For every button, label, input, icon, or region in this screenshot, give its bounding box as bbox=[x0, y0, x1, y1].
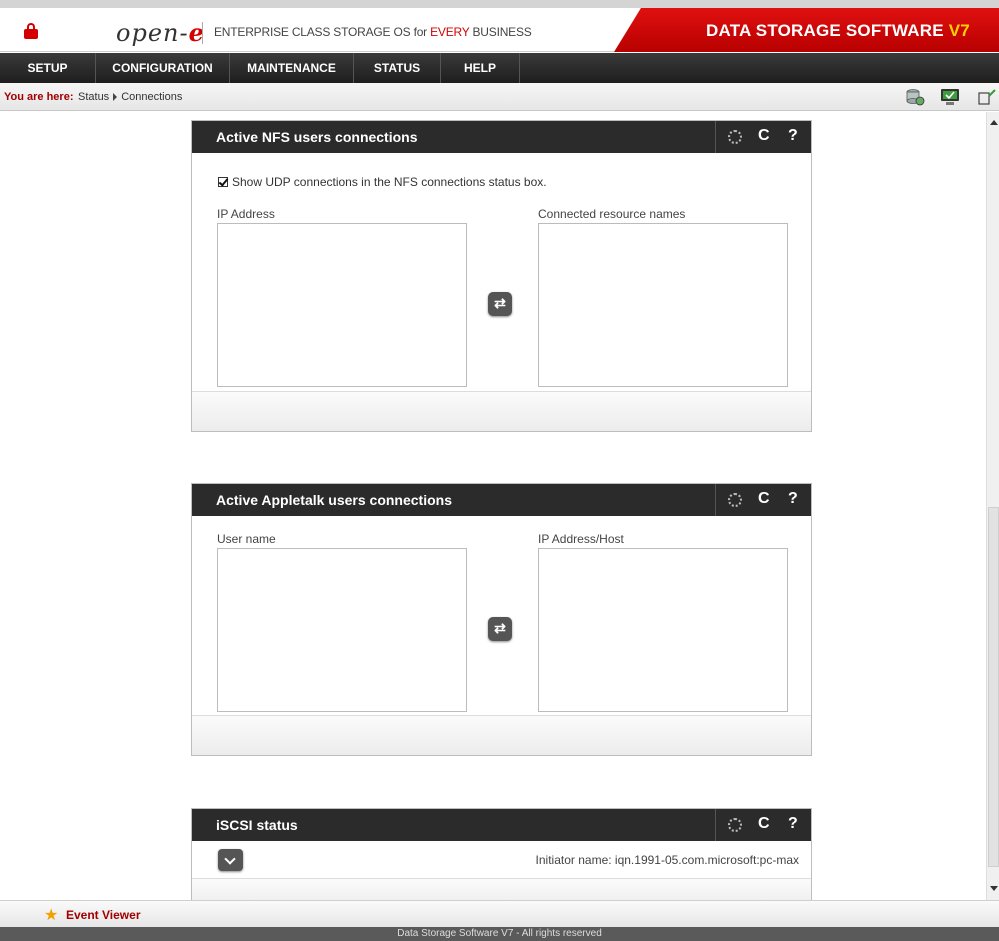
loading-spinner-icon bbox=[728, 493, 742, 507]
iscsi-panel-title: iSCSI status bbox=[216, 817, 298, 833]
scroll-down-icon[interactable] bbox=[989, 884, 998, 894]
nav-maintenance[interactable]: MAINTENANCE bbox=[230, 53, 354, 83]
browser-top-strip bbox=[0, 0, 999, 8]
connected-resources-label: Connected resource names bbox=[538, 207, 686, 221]
nfs-connections-panel: Active NFS users connections C ? Show UD… bbox=[191, 120, 812, 432]
connected-resources-list[interactable] bbox=[538, 223, 788, 387]
appletalk-panel-title: Active Appletalk users connections bbox=[216, 492, 452, 508]
open-e-logo: open-e bbox=[116, 18, 205, 47]
breadcrumb-label: You are here: bbox=[4, 91, 74, 103]
scrollbar-thumb[interactable] bbox=[988, 507, 999, 867]
nfs-panel-footer bbox=[192, 391, 811, 431]
appletalk-connections-panel: Active Appletalk users connections C ? U… bbox=[191, 483, 812, 756]
monitor-check-icon[interactable] bbox=[940, 88, 960, 106]
initiator-name: Initiator name: iqn.1991-05.com.microsof… bbox=[535, 853, 799, 867]
help-icon[interactable]: ? bbox=[788, 127, 798, 145]
ip-address-label: IP Address bbox=[217, 207, 275, 221]
vertical-scrollbar[interactable] bbox=[986, 112, 999, 900]
help-icon[interactable]: ? bbox=[788, 490, 798, 508]
nav-configuration[interactable]: CONFIGURATION bbox=[96, 53, 230, 83]
logout-icon[interactable] bbox=[976, 88, 996, 106]
nav-help[interactable]: HELP bbox=[441, 53, 520, 83]
breadcrumb: Status Connections bbox=[78, 91, 182, 103]
main-content: Active NFS users connections C ? Show UD… bbox=[0, 112, 986, 900]
refresh-icon[interactable]: C bbox=[758, 815, 770, 833]
swap-button[interactable]: ⇄ bbox=[488, 617, 512, 641]
nfs-panel-header: Active NFS users connections C ? bbox=[192, 121, 811, 153]
iscsi-initiator-row: Initiator name: iqn.1991-05.com.microsof… bbox=[192, 841, 811, 879]
lock-icon[interactable] bbox=[24, 23, 38, 39]
logo-divider bbox=[202, 22, 203, 44]
user-name-label: User name bbox=[217, 532, 276, 546]
main-nav: SETUP CONFIGURATION MAINTENANCE STATUS H… bbox=[0, 53, 999, 83]
star-icon: ★ bbox=[44, 907, 59, 924]
refresh-icon[interactable]: C bbox=[758, 127, 770, 145]
breadcrumb-arrow-icon bbox=[113, 93, 118, 102]
brand-title: DATA STORAGE SOFTWARE V7 bbox=[706, 21, 970, 40]
iscsi-status-panel: iSCSI status C ? Initiator name: iqn.199… bbox=[191, 808, 812, 900]
iscsi-panel-header: iSCSI status C ? bbox=[192, 809, 811, 841]
ip-host-label: IP Address/Host bbox=[538, 532, 624, 546]
nav-status[interactable]: STATUS bbox=[354, 53, 441, 83]
event-viewer-bar: ★ Event Viewer bbox=[0, 900, 999, 927]
nav-setup[interactable]: SETUP bbox=[0, 53, 96, 83]
nfs-panel-title: Active NFS users connections bbox=[216, 129, 418, 145]
user-name-list[interactable] bbox=[217, 548, 467, 712]
iscsi-panel-footer bbox=[192, 879, 811, 900]
udp-checkbox-row[interactable]: Show UDP connections in the NFS connecti… bbox=[218, 175, 547, 189]
appletalk-panel-footer bbox=[192, 715, 811, 755]
ip-host-list[interactable] bbox=[538, 548, 788, 712]
scroll-up-icon[interactable] bbox=[989, 118, 998, 128]
copyright: Data Storage Software V7 - All rights re… bbox=[0, 927, 999, 941]
breadcrumb-bar: You are here: Status Connections bbox=[0, 83, 999, 111]
database-icon[interactable] bbox=[905, 88, 925, 106]
udp-checkbox[interactable] bbox=[218, 177, 228, 187]
expand-chevron-icon[interactable] bbox=[218, 849, 243, 871]
swap-button[interactable]: ⇄ bbox=[488, 292, 512, 316]
tagline: ENTERPRISE CLASS STORAGE OS for EVERY BU… bbox=[214, 25, 532, 39]
breadcrumb-status[interactable]: Status bbox=[78, 91, 109, 103]
udp-checkbox-label: Show UDP connections in the NFS connecti… bbox=[232, 175, 547, 189]
loading-spinner-icon bbox=[728, 130, 742, 144]
help-icon[interactable]: ? bbox=[788, 815, 798, 833]
event-viewer-link[interactable]: Event Viewer bbox=[66, 908, 140, 922]
refresh-icon[interactable]: C bbox=[758, 490, 770, 508]
appletalk-panel-header: Active Appletalk users connections C ? bbox=[192, 484, 811, 516]
breadcrumb-connections: Connections bbox=[121, 91, 183, 103]
ip-address-list[interactable] bbox=[217, 223, 467, 387]
loading-spinner-icon bbox=[728, 818, 742, 832]
